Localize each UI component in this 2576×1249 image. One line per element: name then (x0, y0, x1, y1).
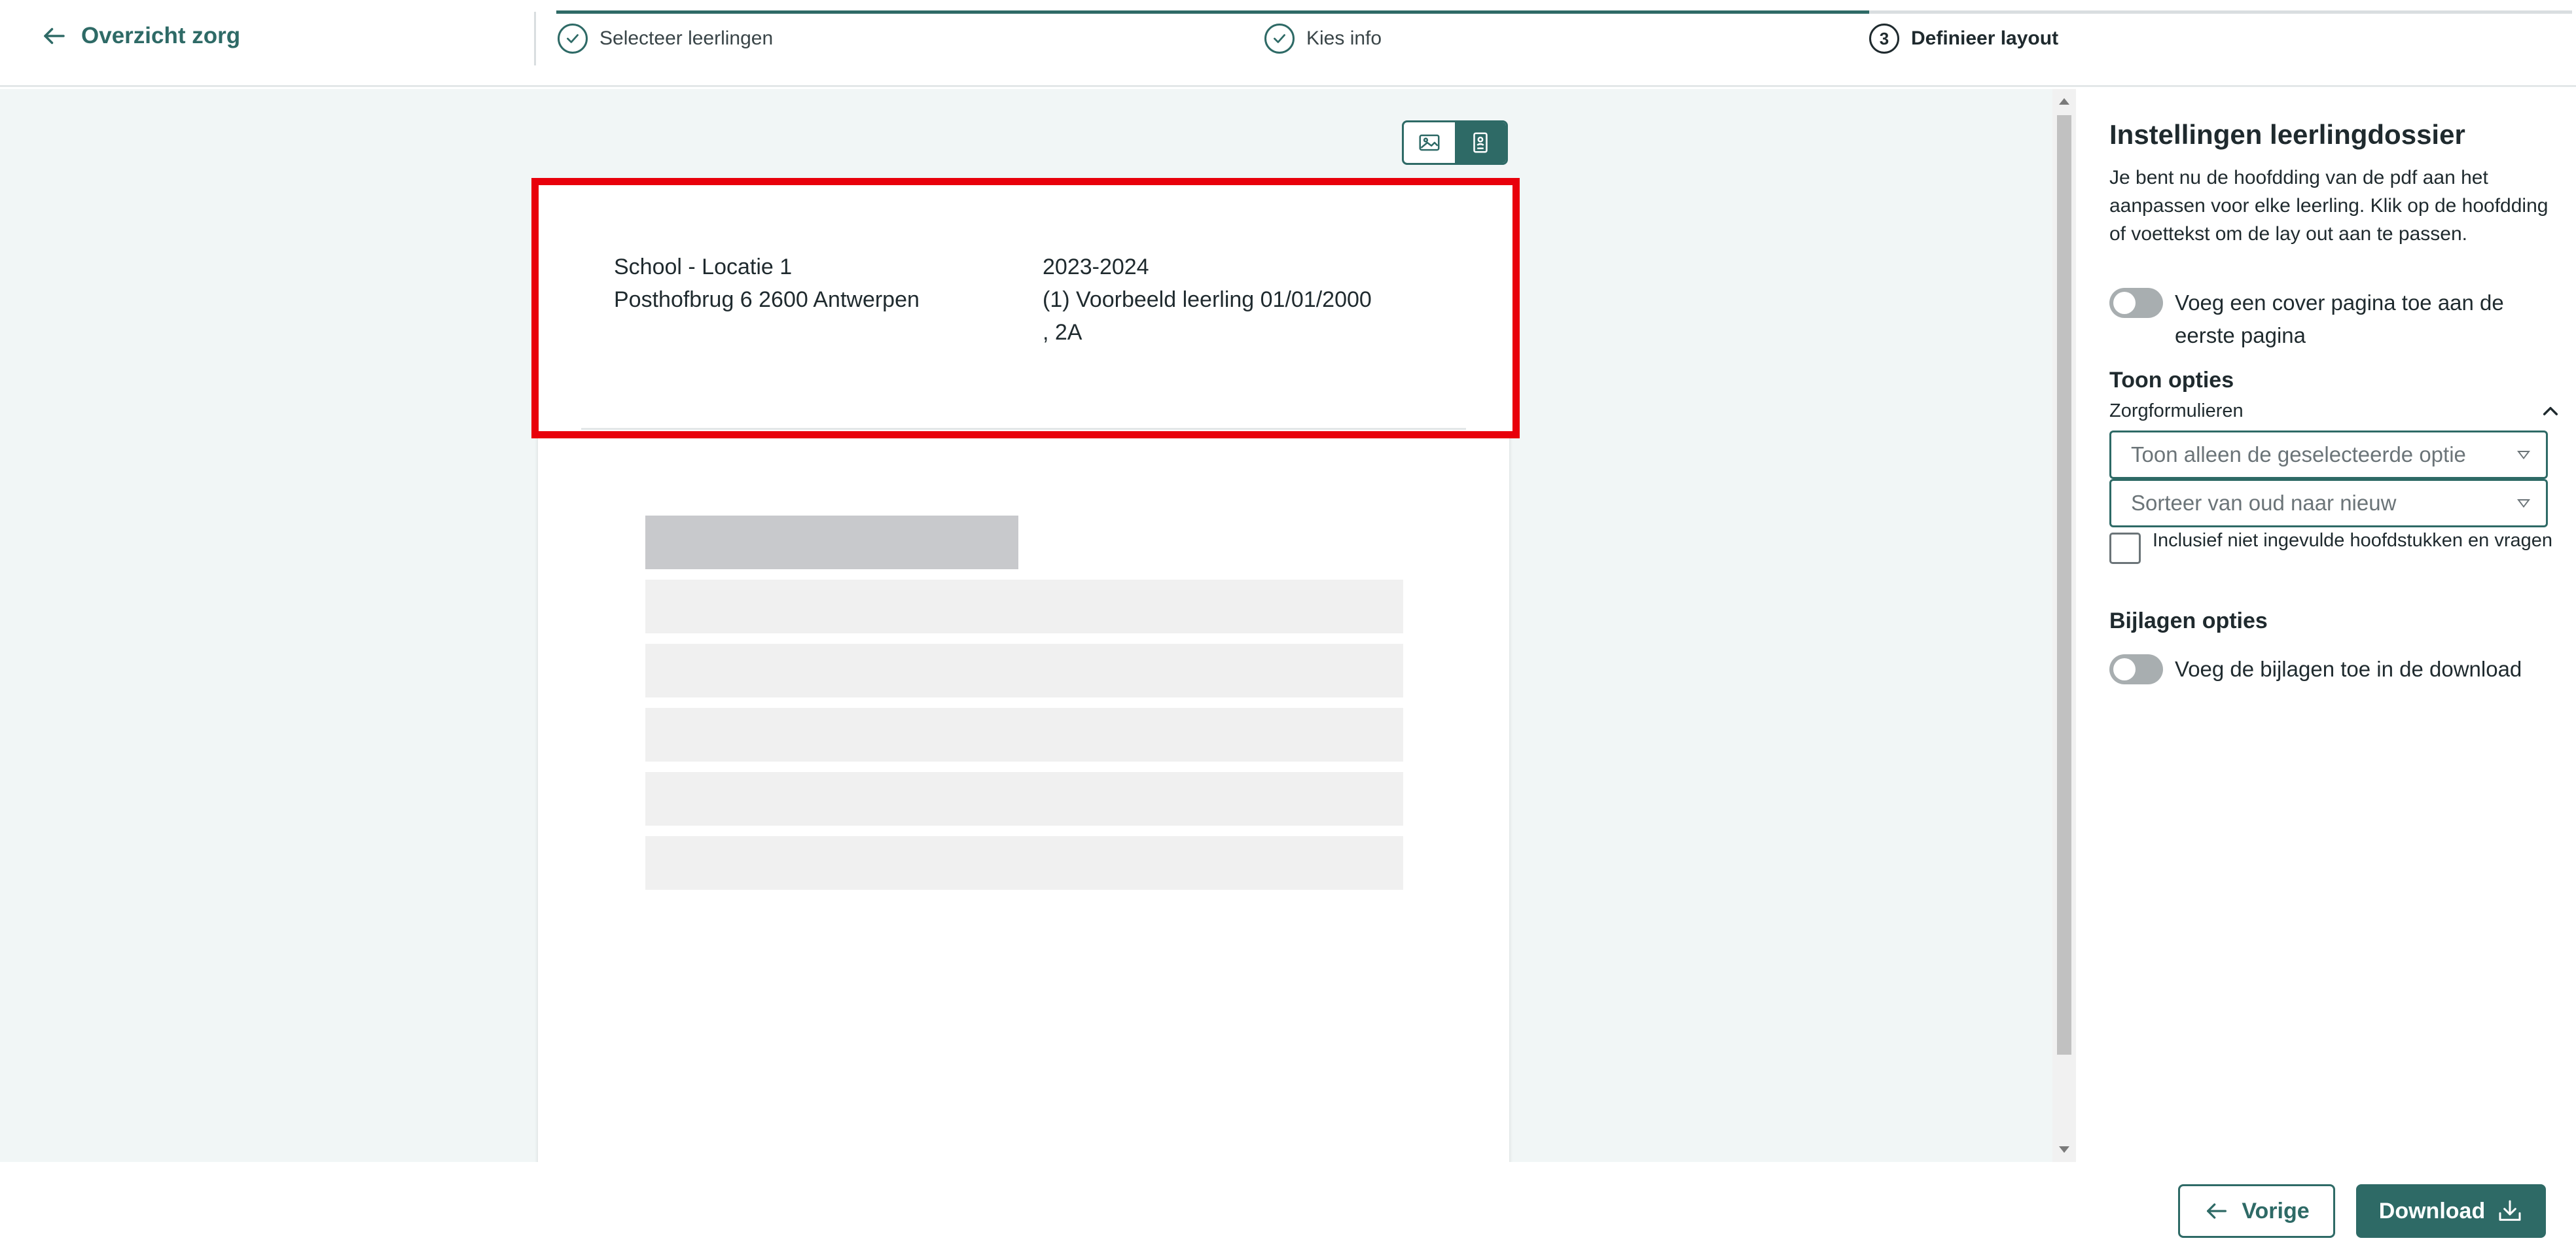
pdf-preview-area: School - Locatie 1 Posthofbrug 6 2600 An… (0, 89, 2052, 1162)
sort-select[interactable]: Sorteer van oud naar nieuw (2109, 479, 2548, 527)
back-to-overview-link[interactable]: Overzicht zorg (41, 22, 240, 50)
bottom-bar: Vorige Download (0, 1162, 2576, 1249)
back-link-label: Overzicht zorg (81, 23, 241, 48)
attachments-toggle-row: Voeg de bijlagen toe in de download (2109, 653, 2561, 686)
scroll-down-icon[interactable] (2059, 1146, 2069, 1153)
preview-scrollbar[interactable] (2052, 89, 2076, 1162)
arrow-left-icon (2207, 1203, 2227, 1219)
placeholder-line (645, 772, 1403, 826)
placeholder-line (645, 708, 1403, 762)
show-options-title: Toon opties (2109, 368, 2234, 393)
previous-button[interactable]: Vorige (2178, 1184, 2335, 1238)
scrollbar-thumb[interactable] (2057, 115, 2071, 1055)
care-forms-header[interactable]: Zorgformulieren (2109, 400, 2561, 422)
chevron-down-icon (2517, 499, 2530, 508)
step-label: Kies info (1306, 27, 1382, 49)
download-icon (2499, 1200, 2521, 1221)
header-school-block: School - Locatie 1 Posthofbrug 6 2600 An… (614, 251, 920, 316)
include-empty-row: Inclusief niet ingevulde hoofdstukken en… (2109, 527, 2561, 564)
include-empty-checkbox[interactable] (2109, 533, 2141, 564)
cover-page-toggle-row: Voeg een cover pagina toe aan de eerste … (2109, 287, 2561, 352)
top-bar: Overzicht zorg Selecteer leerlingen Kies… (0, 0, 2576, 87)
placeholder-line (645, 836, 1403, 890)
placeholder-title-bar (645, 516, 1018, 569)
portrait-view-button[interactable] (1455, 122, 1506, 163)
include-empty-label: Inclusief niet ingevulde hoofdstukken en… (2153, 530, 2553, 551)
step-select-students[interactable]: Selecteer leerlingen (558, 24, 773, 54)
chevron-down-icon (2517, 451, 2530, 459)
settings-panel: Instellingen leerlingdossier Je bent nu … (2076, 89, 2576, 1162)
step-define-layout[interactable]: 3 Definieer layout (1869, 24, 2058, 54)
chevron-up-icon[interactable] (2540, 401, 2561, 422)
pdf-header-editable[interactable]: School - Locatie 1 Posthofbrug 6 2600 An… (531, 178, 1520, 438)
scroll-up-icon[interactable] (2059, 98, 2069, 105)
download-button-label: Download (2378, 1198, 2486, 1223)
panel-title: Instellingen leerlingdossier (2109, 119, 2465, 150)
check-circle-icon (558, 24, 588, 54)
stepper-progress (556, 10, 1869, 14)
filter-select-value: Toon alleen de geselecteerde optie (2131, 442, 2466, 466)
filter-select[interactable]: Toon alleen de geselecteerde optie (2109, 431, 2548, 479)
step-label: Definieer layout (1911, 27, 2059, 49)
header-school-name: School - Locatie 1 (614, 255, 793, 279)
step-label: Selecteer leerlingen (599, 27, 774, 49)
view-toggle (1402, 120, 1508, 165)
step-number: 3 (1869, 24, 1899, 54)
header-student-name: (1) Voorbeeld leerling 01/01/2000 (1043, 287, 1372, 312)
header-student-class: , 2A (1043, 320, 1082, 345)
previous-button-label: Vorige (2242, 1198, 2310, 1223)
image-icon (1419, 134, 1440, 151)
arrow-left-icon (44, 27, 65, 44)
header-student-block: 2023-2024 (1) Voorbeeld leerling 01/01/2… (1043, 251, 1409, 349)
stepper: Selecteer leerlingen Kies info 3 Definie… (556, 10, 2576, 76)
header-school-year: 2023-2024 (1043, 255, 1149, 279)
care-forms-label: Zorgformulieren (2109, 400, 2244, 421)
divider (534, 12, 536, 65)
placeholder-line (645, 644, 1403, 697)
panel-description: Je bent nu de hoofdding van de pdf aan h… (2109, 167, 2549, 245)
cover-page-toggle[interactable] (2109, 288, 2163, 318)
header-school-address: Posthofbrug 6 2600 Antwerpen (614, 287, 920, 312)
attachments-toggle-label: Voeg de bijlagen toe in de download (2175, 657, 2522, 681)
header-separator (581, 428, 1466, 430)
portrait-document-icon (1473, 132, 1488, 153)
attachments-toggle[interactable] (2109, 654, 2163, 684)
download-button[interactable]: Download (2356, 1184, 2546, 1238)
cover-page-toggle-label: Voeg een cover pagina toe aan de eerste … (2175, 290, 2504, 347)
attachments-options-title: Bijlagen opties (2109, 608, 2268, 633)
placeholder-line (645, 580, 1403, 633)
check-circle-icon (1264, 24, 1295, 54)
sort-select-value: Sorteer van oud naar nieuw (2131, 491, 2397, 515)
step-choose-info[interactable]: Kies info (1264, 24, 1382, 54)
landscape-view-button[interactable] (1404, 122, 1455, 163)
